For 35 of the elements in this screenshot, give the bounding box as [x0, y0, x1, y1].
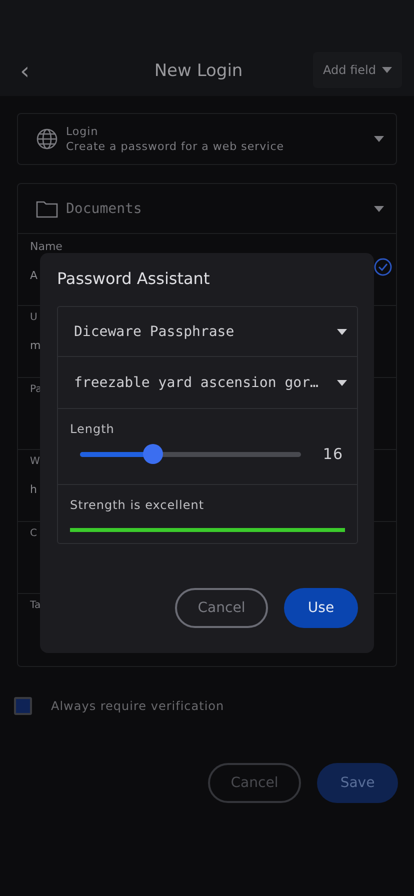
- login-type-select[interactable]: Login Create a password for a web service: [17, 113, 397, 165]
- checkbox[interactable]: [14, 697, 32, 715]
- field-value: h: [30, 483, 37, 496]
- field-label: U: [30, 312, 38, 323]
- add-field-button[interactable]: Add field: [313, 52, 402, 88]
- folder-icon: [36, 200, 58, 218]
- caret-icon: [374, 206, 384, 212]
- type-title: Login: [66, 125, 100, 138]
- length-label: Length: [70, 422, 116, 436]
- slider-thumb[interactable]: [142, 444, 163, 464]
- generator-select[interactable]: Diceware Passphrase: [58, 307, 357, 357]
- passphrase-select[interactable]: freezable yard ascension gor…: [58, 357, 357, 409]
- length-slider[interactable]: [80, 444, 301, 464]
- length-value: 16: [322, 445, 343, 463]
- field-value: A: [30, 269, 38, 282]
- field-label: Name: [30, 240, 62, 253]
- type-subtitle: Create a password for a web service: [66, 140, 286, 153]
- back-icon[interactable]: ‹: [20, 54, 44, 88]
- field-label: Ta: [30, 600, 41, 611]
- field-label: W: [30, 456, 40, 467]
- field-value: m: [30, 339, 41, 352]
- field-label: C: [30, 528, 37, 539]
- caret-icon: [382, 67, 392, 73]
- folder-name[interactable]: Documents: [66, 200, 366, 216]
- strength-label: Strength is excellent: [70, 498, 206, 512]
- globe-icon: [36, 128, 58, 150]
- checkbox-label: Always require verification: [51, 699, 224, 713]
- caret-icon: [337, 328, 347, 334]
- caret-icon: [374, 136, 384, 142]
- use-button[interactable]: Use: [284, 588, 358, 628]
- cancel-button[interactable]: Cancel: [175, 588, 268, 628]
- save-button[interactable]: Save: [317, 763, 398, 803]
- dialog-title: Password Assistant: [57, 269, 211, 288]
- page-title: New Login: [153, 60, 244, 83]
- caret-icon: [337, 380, 347, 386]
